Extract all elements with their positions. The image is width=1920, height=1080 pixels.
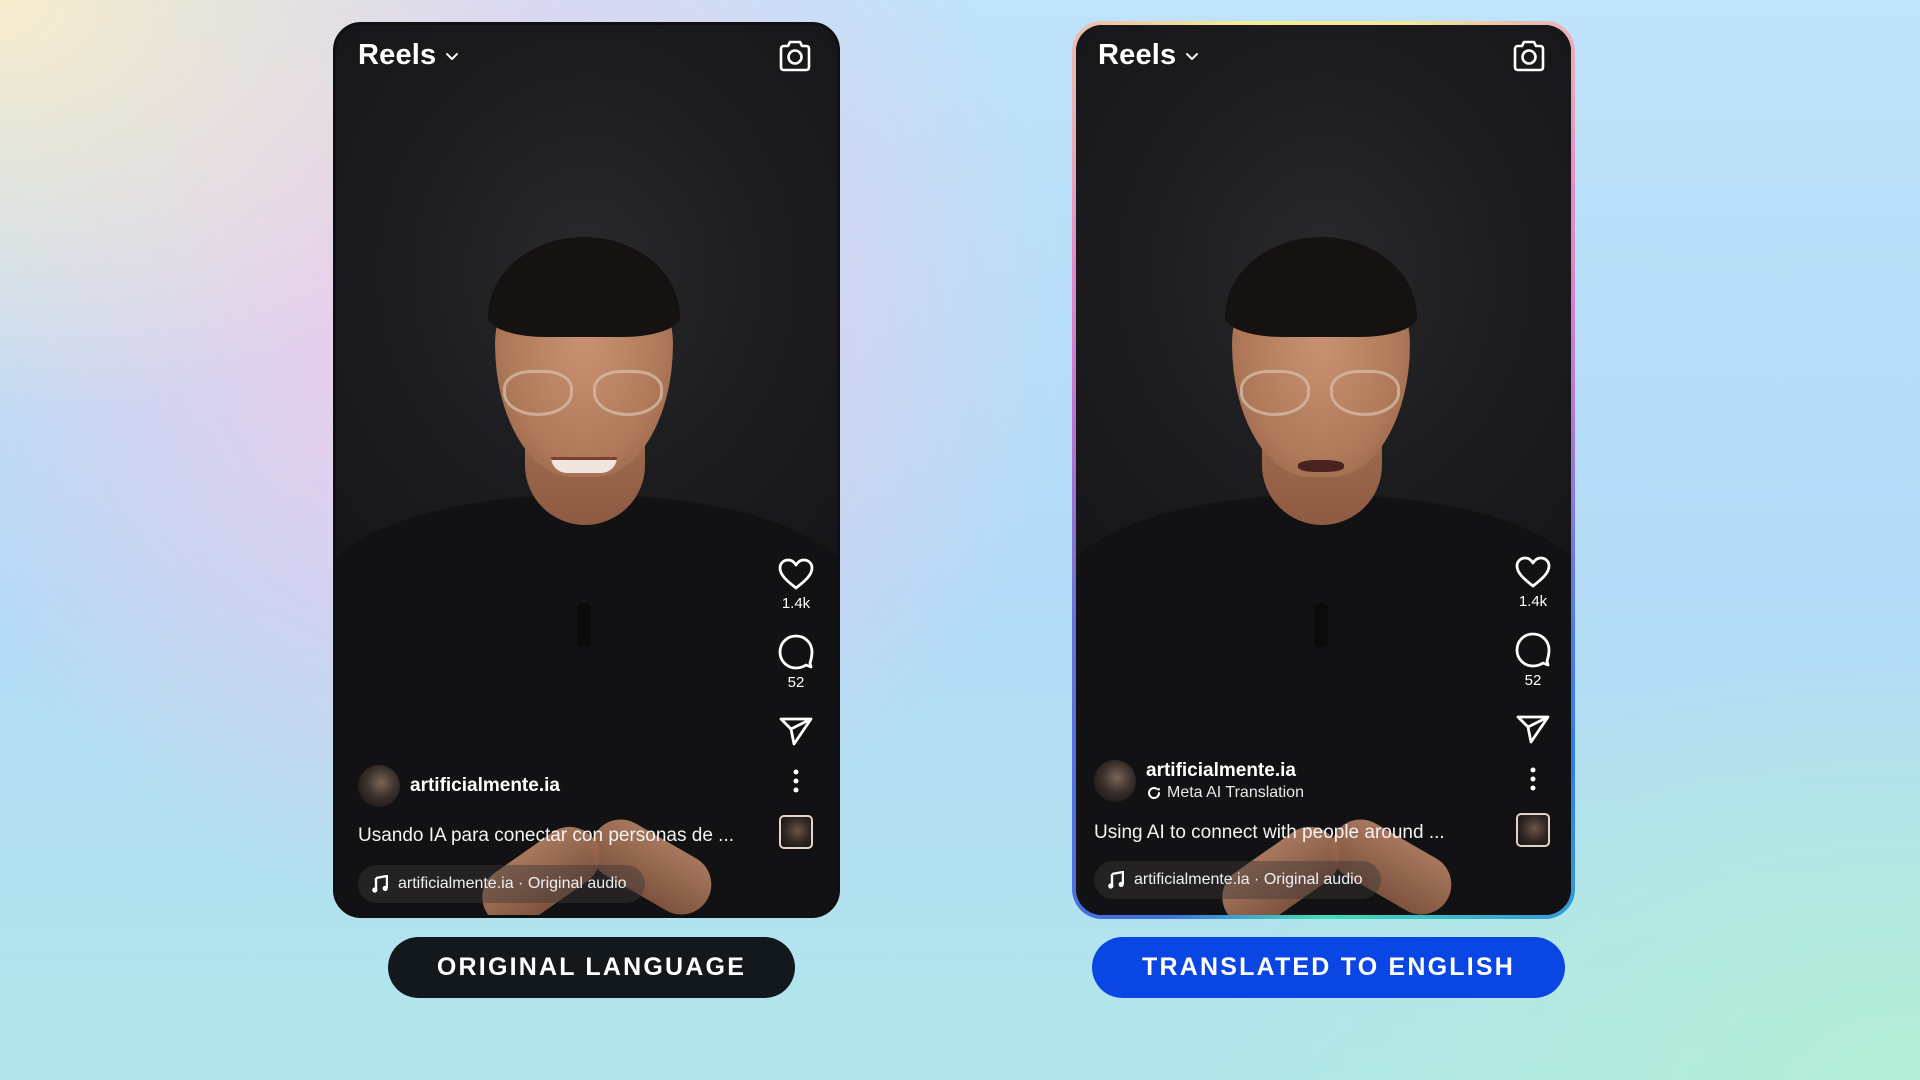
comment-bubble-icon: [778, 634, 814, 670]
audio-pill[interactable]: artificialmente.ia · Original audio: [358, 865, 645, 903]
camera-icon[interactable]: [777, 39, 813, 73]
presenter-glasses: [1239, 370, 1400, 418]
lapel-mic: [1313, 603, 1328, 647]
comment-button[interactable]: 52: [1514, 630, 1552, 689]
ai-gradient-border: Reels 1.4k 52 artificialmente.ia Meta AI…: [1072, 21, 1575, 919]
author-name[interactable]: artificialmente.ia: [1146, 760, 1304, 782]
presenter-glasses: [502, 370, 663, 418]
paper-plane-icon: [1516, 715, 1550, 744]
reels-title-dropdown[interactable]: Reels: [1098, 39, 1200, 72]
more-options-button[interactable]: [792, 769, 800, 793]
reel-caption[interactable]: Usando IA para conectar con personas de …: [358, 825, 767, 847]
paper-plane-icon: [779, 717, 813, 746]
comment-button[interactable]: 52: [777, 632, 815, 691]
like-count: 1.4k: [781, 595, 811, 612]
like-button[interactable]: 1.4k: [1514, 555, 1552, 610]
reels-header: Reels: [1076, 25, 1571, 95]
refresh-icon: [1148, 787, 1161, 799]
audio-thumbnail[interactable]: [779, 815, 813, 849]
chevron-down-icon: [446, 52, 459, 60]
presenter-smile: [550, 457, 617, 473]
chevron-down-icon: [1186, 52, 1199, 60]
reel-phone-translated: Reels 1.4k 52 artificialmente.ia Meta AI…: [1076, 25, 1571, 915]
action-rail: 1.4k 52: [1509, 555, 1557, 847]
translation-tag-label: Meta AI Translation: [1167, 784, 1304, 801]
reels-title-dropdown[interactable]: Reels: [358, 39, 460, 72]
author-row: artificialmente.ia: [358, 765, 560, 807]
author-meta: artificialmente.ia Meta AI Translation: [1146, 760, 1304, 802]
like-button[interactable]: 1.4k: [777, 557, 815, 612]
presenter-mouth-talking: [1297, 460, 1344, 472]
avatar[interactable]: [358, 765, 400, 807]
heart-icon: [778, 558, 814, 590]
translated-to-english-label: TRANSLATED TO ENGLISH: [1092, 937, 1565, 998]
audio-label: artificialmente.ia · Original audio: [398, 875, 627, 892]
more-options-button[interactable]: [1529, 767, 1537, 791]
reels-title: Reels: [358, 39, 437, 71]
vertical-ellipsis-icon: [793, 769, 799, 793]
author-name[interactable]: artificialmente.ia: [410, 775, 560, 797]
music-note-icon: [372, 875, 388, 893]
share-button[interactable]: [1515, 713, 1551, 745]
like-count: 1.4k: [1518, 593, 1548, 610]
comment-bubble-icon: [1515, 632, 1551, 668]
meta-ai-translation-tag[interactable]: Meta AI Translation: [1146, 784, 1304, 802]
heart-icon: [1515, 556, 1551, 588]
comment-count: 52: [787, 674, 805, 691]
presenter-hair: [1224, 237, 1417, 337]
reel-phone-original: Reels 1.4k 52 artificialmente.ia Usando …: [333, 22, 840, 918]
avatar[interactable]: [1094, 760, 1136, 802]
audio-label: artificialmente.ia · Original audio: [1134, 871, 1363, 888]
reel-caption[interactable]: Using AI to connect with people around .…: [1094, 822, 1501, 844]
camera-icon[interactable]: [1511, 39, 1547, 73]
comment-count: 52: [1524, 672, 1542, 689]
original-language-label: ORIGINAL LANGUAGE: [388, 937, 795, 998]
audio-pill[interactable]: artificialmente.ia · Original audio: [1094, 861, 1381, 899]
presenter-hair: [487, 237, 680, 337]
reels-title: Reels: [1098, 39, 1177, 71]
reels-header: Reels: [336, 25, 837, 95]
lapel-mic: [576, 603, 591, 647]
audio-thumbnail[interactable]: [1516, 813, 1550, 847]
music-note-icon: [1108, 871, 1124, 889]
share-button[interactable]: [778, 715, 814, 747]
author-row: artificialmente.ia Meta AI Translation: [1094, 760, 1304, 802]
action-rail: 1.4k 52: [772, 557, 820, 849]
vertical-ellipsis-icon: [1530, 767, 1536, 791]
